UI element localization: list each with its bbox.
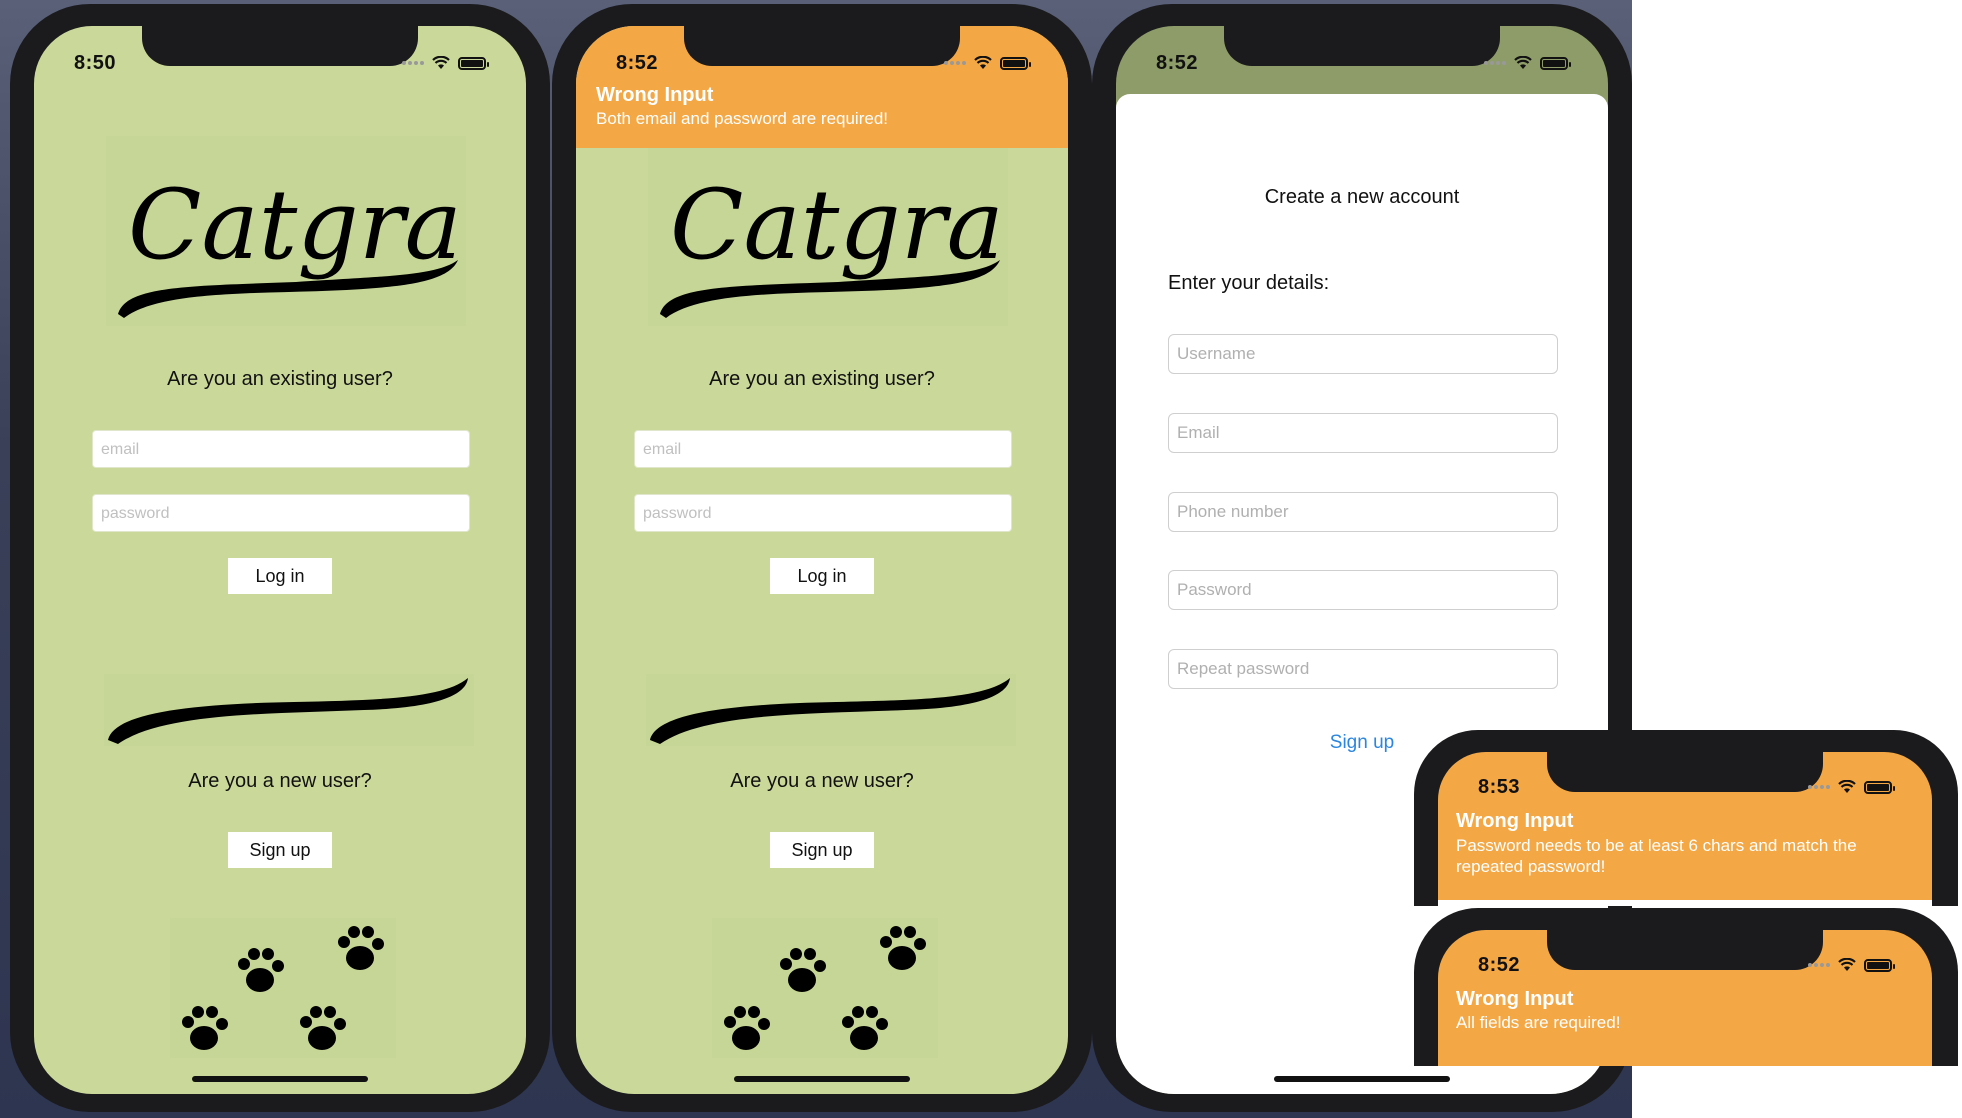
alert-screen: 8:53 Wrong Input Password needs to be at… xyxy=(1438,752,1932,906)
svg-text:Catgram: Catgram xyxy=(128,169,466,281)
email-input[interactable]: email xyxy=(92,430,470,468)
signup-subtitle: Enter your details: xyxy=(1168,272,1330,294)
status-time: 8:52 xyxy=(616,51,659,74)
signal-icon xyxy=(1808,785,1830,789)
password-input[interactable]: password xyxy=(634,494,1012,532)
login-error-screen: Wrong Input Both email and password are … xyxy=(576,26,1068,1094)
signal-icon xyxy=(1808,963,1830,967)
alert-preview-password: 8:53 Wrong Input Password needs to be at… xyxy=(1414,730,1958,906)
sheet-edge xyxy=(1438,900,1932,906)
signup-button[interactable]: Sign up xyxy=(770,832,874,868)
username-input[interactable]: Username xyxy=(1168,334,1558,374)
alert-title: Wrong Input xyxy=(1456,810,1574,832)
existing-user-question: Are you an existing user? xyxy=(167,368,393,390)
status-time: 8:53 xyxy=(1478,775,1521,798)
battery-icon xyxy=(1864,780,1895,794)
battery-icon xyxy=(458,56,489,70)
wifi-icon xyxy=(432,56,450,69)
svg-text:Catgram: Catgram xyxy=(670,169,1008,281)
status-time: 8:50 xyxy=(74,51,117,74)
status-time: 8:52 xyxy=(1478,953,1521,976)
signal-icon xyxy=(402,61,424,65)
status-bar: 8:52 xyxy=(616,48,1031,78)
home-indicator[interactable] xyxy=(1274,1076,1450,1082)
new-user-question: Are you a new user? xyxy=(188,770,372,792)
login-screen: 8:50 Catgram Are you an existing user? e… xyxy=(34,26,526,1094)
alert-preview-fields: 8:52 Wrong Input All fields are required… xyxy=(1414,908,1958,1066)
catgram-logo: Catgram xyxy=(648,136,1068,326)
signup-button[interactable]: Sign up xyxy=(228,832,332,868)
alert-title: Wrong Input xyxy=(1456,988,1574,1010)
phone-login-error: Wrong Input Both email and password are … xyxy=(552,4,1092,1112)
signal-icon xyxy=(1484,61,1506,65)
email-input[interactable]: Email xyxy=(1168,413,1558,453)
alert-content: Wrong Input Password needs to be at leas… xyxy=(1456,810,1914,877)
wifi-icon xyxy=(974,56,992,69)
paw-prints-image xyxy=(712,918,938,1058)
phone-number-input[interactable]: Phone number xyxy=(1168,492,1558,532)
wifi-icon xyxy=(1838,958,1856,971)
login-button[interactable]: Log in xyxy=(770,558,874,594)
home-indicator[interactable] xyxy=(192,1076,368,1082)
status-bar: 8:50 xyxy=(74,48,489,78)
phone-login: 8:50 Catgram Are you an existing user? e… xyxy=(10,4,550,1112)
home-indicator[interactable] xyxy=(734,1076,910,1082)
banner-title: Wrong Input xyxy=(596,84,714,106)
battery-icon xyxy=(1864,958,1895,972)
battery-icon xyxy=(1000,56,1031,70)
catgram-logo: Catgram xyxy=(106,136,526,326)
divider-swoosh xyxy=(104,674,474,746)
divider-swoosh xyxy=(646,674,1016,746)
alert-message: All fields are required! xyxy=(1456,1013,1621,1032)
signal-icon xyxy=(944,61,966,65)
repeat-password-input[interactable]: Repeat password xyxy=(1168,649,1558,689)
email-input[interactable]: email xyxy=(634,430,1012,468)
password-input[interactable]: Password xyxy=(1168,570,1558,610)
status-bar: 8:52 xyxy=(1478,950,1895,980)
wifi-icon xyxy=(1838,780,1856,793)
paw-prints-image xyxy=(170,918,396,1058)
signup-title: Create a new account xyxy=(1264,186,1460,208)
password-input[interactable]: password xyxy=(92,494,470,532)
existing-user-question: Are you an existing user? xyxy=(709,368,935,390)
status-bar: 8:53 xyxy=(1478,772,1895,802)
wifi-icon xyxy=(1514,56,1532,69)
battery-icon xyxy=(1540,56,1571,70)
banner-message: Both email and password are required! xyxy=(596,109,888,128)
alert-screen: 8:52 Wrong Input All fields are required… xyxy=(1438,930,1932,1066)
status-time: 8:52 xyxy=(1156,51,1199,74)
status-bar: 8:52 xyxy=(1156,48,1571,78)
new-user-question: Are you a new user? xyxy=(730,770,914,792)
login-button[interactable]: Log in xyxy=(228,558,332,594)
alert-content: Wrong Input All fields are required! xyxy=(1456,988,1914,1033)
alert-message: Password needs to be at least 6 chars an… xyxy=(1456,836,1857,876)
